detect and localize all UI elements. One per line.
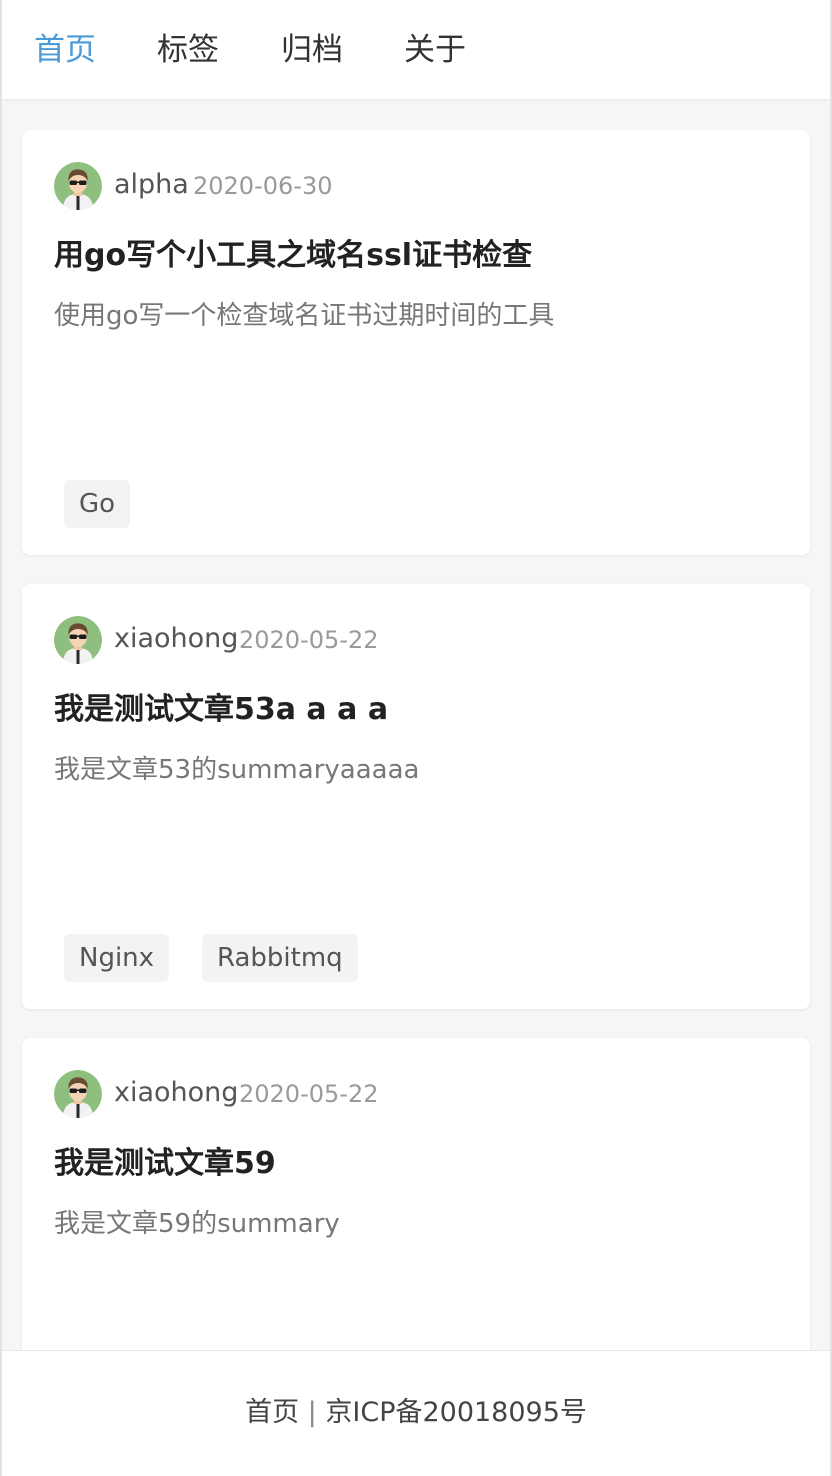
post-date: 2020-05-22	[239, 1080, 379, 1108]
user-avatar-sunglasses-icon[interactable]	[54, 1070, 102, 1118]
post-card[interactable]: xiaohong 2020-05-22 我是测试文章53a a a a 我是文章…	[22, 584, 810, 1009]
post-title[interactable]: 我是测试文章59	[54, 1144, 276, 1184]
footer: 首页 | 京ICP备20018095号	[2, 1350, 830, 1476]
post-author[interactable]: alpha	[114, 168, 189, 202]
post-summary: 使用go写一个检查域名证书过期时间的工具	[54, 301, 555, 331]
nav-item-tags[interactable]: 标签	[157, 29, 219, 71]
post-card[interactable]: alpha 2020-06-30 用go写个小工具之域名ssl证书检查 使用go…	[22, 130, 810, 555]
tag-rabbitmq[interactable]: Rabbitmq	[202, 934, 358, 982]
post-summary: 我是文章59的summary	[54, 1209, 340, 1239]
tag-go[interactable]: Go	[64, 480, 131, 528]
post-date: 2020-06-30	[193, 172, 333, 200]
top-nav: 首页 标签 归档 关于	[2, 0, 830, 100]
app-frame: alpha 2020-06-30 用go写个小工具之域名ssl证书检查 使用go…	[0, 0, 832, 1476]
footer-separator: |	[307, 1397, 317, 1428]
post-author[interactable]: xiaohong	[114, 622, 238, 656]
user-avatar-sunglasses-icon[interactable]	[54, 162, 102, 210]
post-date: 2020-05-22	[239, 626, 379, 654]
post-feed[interactable]: alpha 2020-06-30 用go写个小工具之域名ssl证书检查 使用go…	[2, 0, 830, 1463]
post-title[interactable]: 用go写个小工具之域名ssl证书检查	[54, 236, 532, 276]
footer-icp-link[interactable]: 京ICP备20018095号	[325, 1397, 587, 1428]
nav-item-archive[interactable]: 归档	[281, 29, 343, 71]
nav-item-home[interactable]: 首页	[34, 29, 96, 71]
nav-item-about[interactable]: 关于	[404, 29, 466, 71]
tag-nginx[interactable]: Nginx	[64, 934, 170, 982]
footer-home-link[interactable]: 首页	[245, 1397, 299, 1428]
post-title[interactable]: 我是测试文章53a a a a	[54, 690, 388, 730]
user-avatar-sunglasses-icon[interactable]	[54, 616, 102, 664]
post-author[interactable]: xiaohong	[114, 1076, 238, 1110]
footer-text: 首页 | 京ICP备20018095号	[2, 1395, 830, 1431]
post-summary: 我是文章53的summaryaaaaa	[54, 755, 420, 785]
